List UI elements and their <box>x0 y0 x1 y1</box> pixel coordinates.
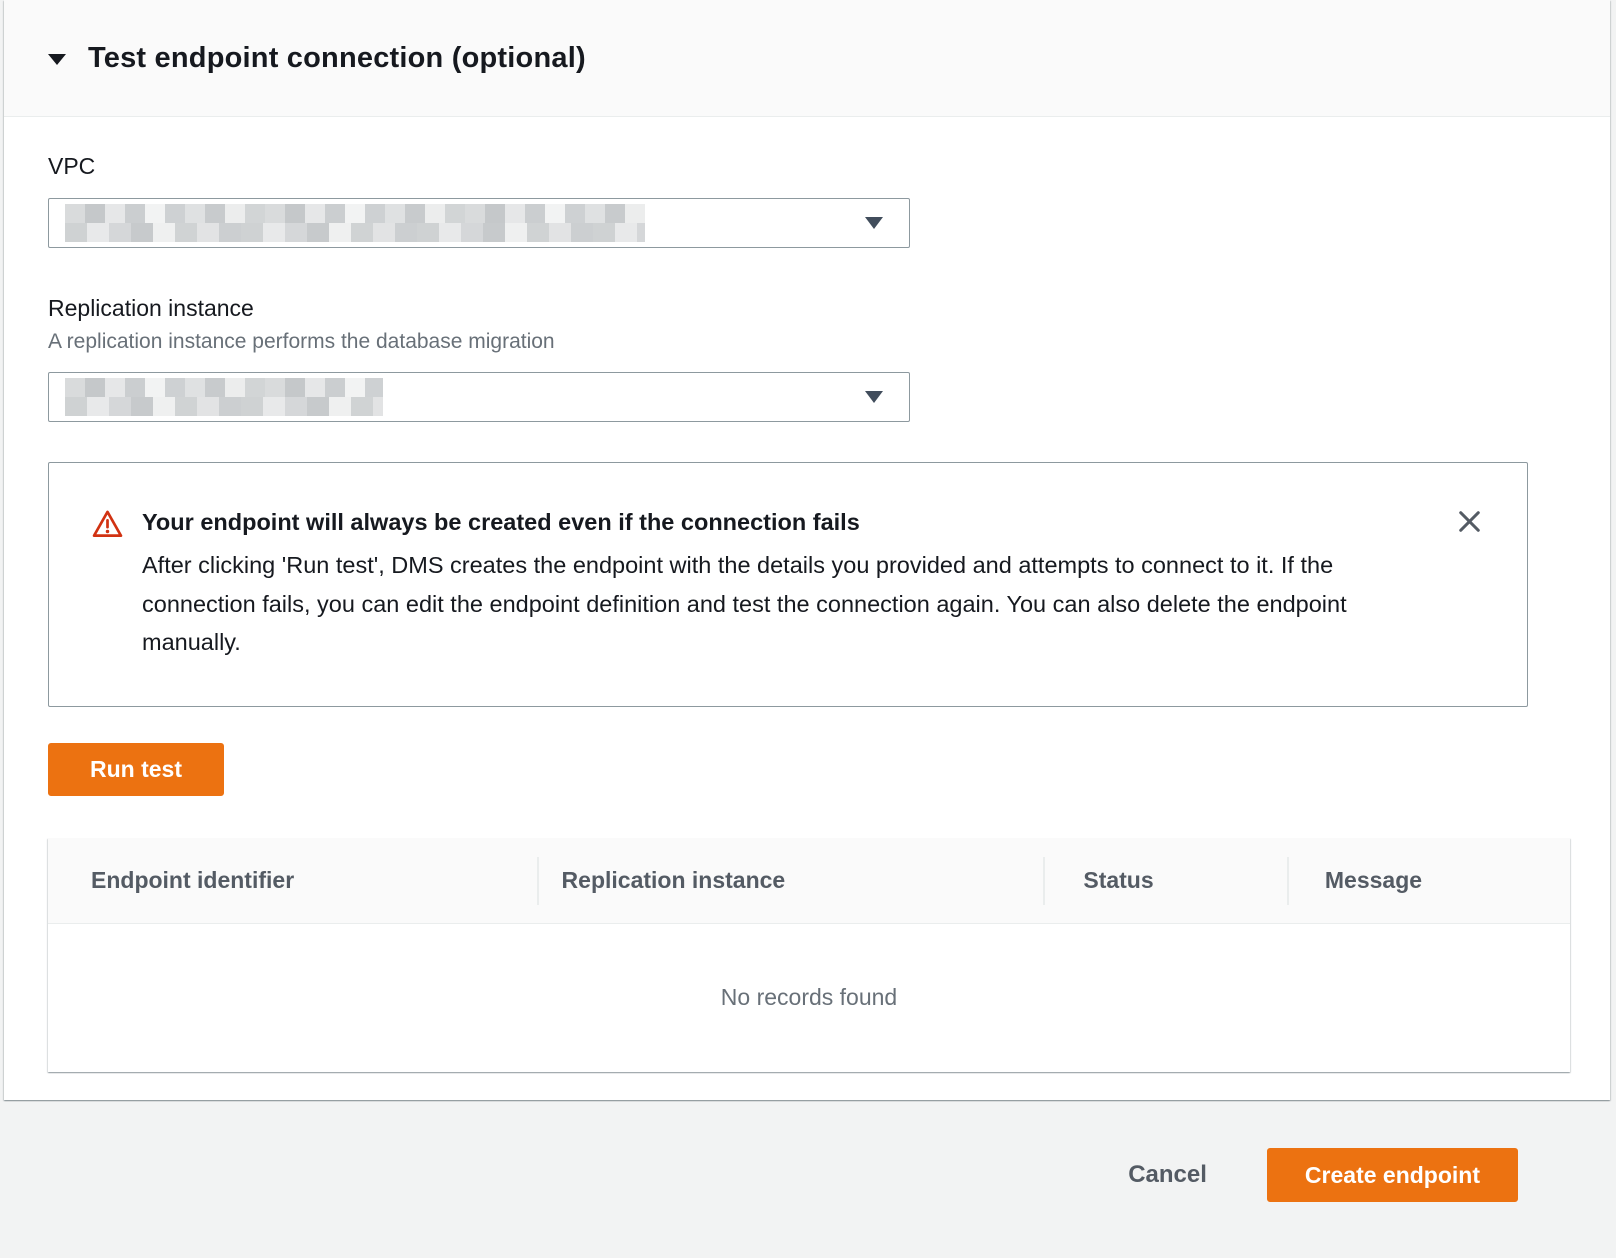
footer-actions: Cancel Create endpoint <box>1128 1148 1518 1202</box>
replication-instance-redacted-value <box>65 378 383 416</box>
collapse-triangle-icon[interactable] <box>48 54 66 65</box>
column-header-replication-instance: Replication instance <box>537 838 1044 923</box>
panel-header[interactable]: Test endpoint connection (optional) <box>4 0 1610 117</box>
column-header-status: Status <box>1043 838 1287 923</box>
alert-body: After clicking 'Run test', DMS creates t… <box>142 546 1437 662</box>
alert-text: Your endpoint will always be created eve… <box>142 507 1437 662</box>
replication-instance-label: Replication instance <box>48 295 1566 322</box>
warning-icon <box>92 507 142 662</box>
panel-title: Test endpoint connection (optional) <box>88 42 586 75</box>
table-header-row: Endpoint identifier Replication instance… <box>48 838 1570 924</box>
column-header-endpoint-identifier: Endpoint identifier <box>48 838 537 923</box>
create-endpoint-button[interactable]: Create endpoint <box>1267 1148 1518 1202</box>
connection-results-table: Endpoint identifier Replication instance… <box>48 838 1570 1072</box>
run-test-button[interactable]: Run test <box>48 743 224 796</box>
chevron-down-icon <box>865 217 883 229</box>
panel-body: VPC Replication instance A replication i… <box>4 117 1610 1072</box>
alert-dismiss-button[interactable] <box>1453 505 1485 537</box>
close-icon <box>1456 508 1483 535</box>
warning-alert: Your endpoint will always be created eve… <box>48 462 1528 707</box>
test-endpoint-connection-panel: Test endpoint connection (optional) VPC … <box>4 0 1610 1100</box>
vpc-label: VPC <box>48 117 1566 180</box>
vpc-redacted-value <box>65 204 645 242</box>
vpc-select[interactable] <box>48 198 910 248</box>
column-header-message: Message <box>1287 838 1570 923</box>
replication-instance-select[interactable] <box>48 372 910 422</box>
alert-title: Your endpoint will always be created eve… <box>142 507 1437 537</box>
chevron-down-icon <box>865 391 883 403</box>
replication-instance-description: A replication instance performs the data… <box>48 330 1566 354</box>
cancel-button[interactable]: Cancel <box>1128 1161 1207 1189</box>
empty-state-message: No records found <box>48 924 1570 1072</box>
